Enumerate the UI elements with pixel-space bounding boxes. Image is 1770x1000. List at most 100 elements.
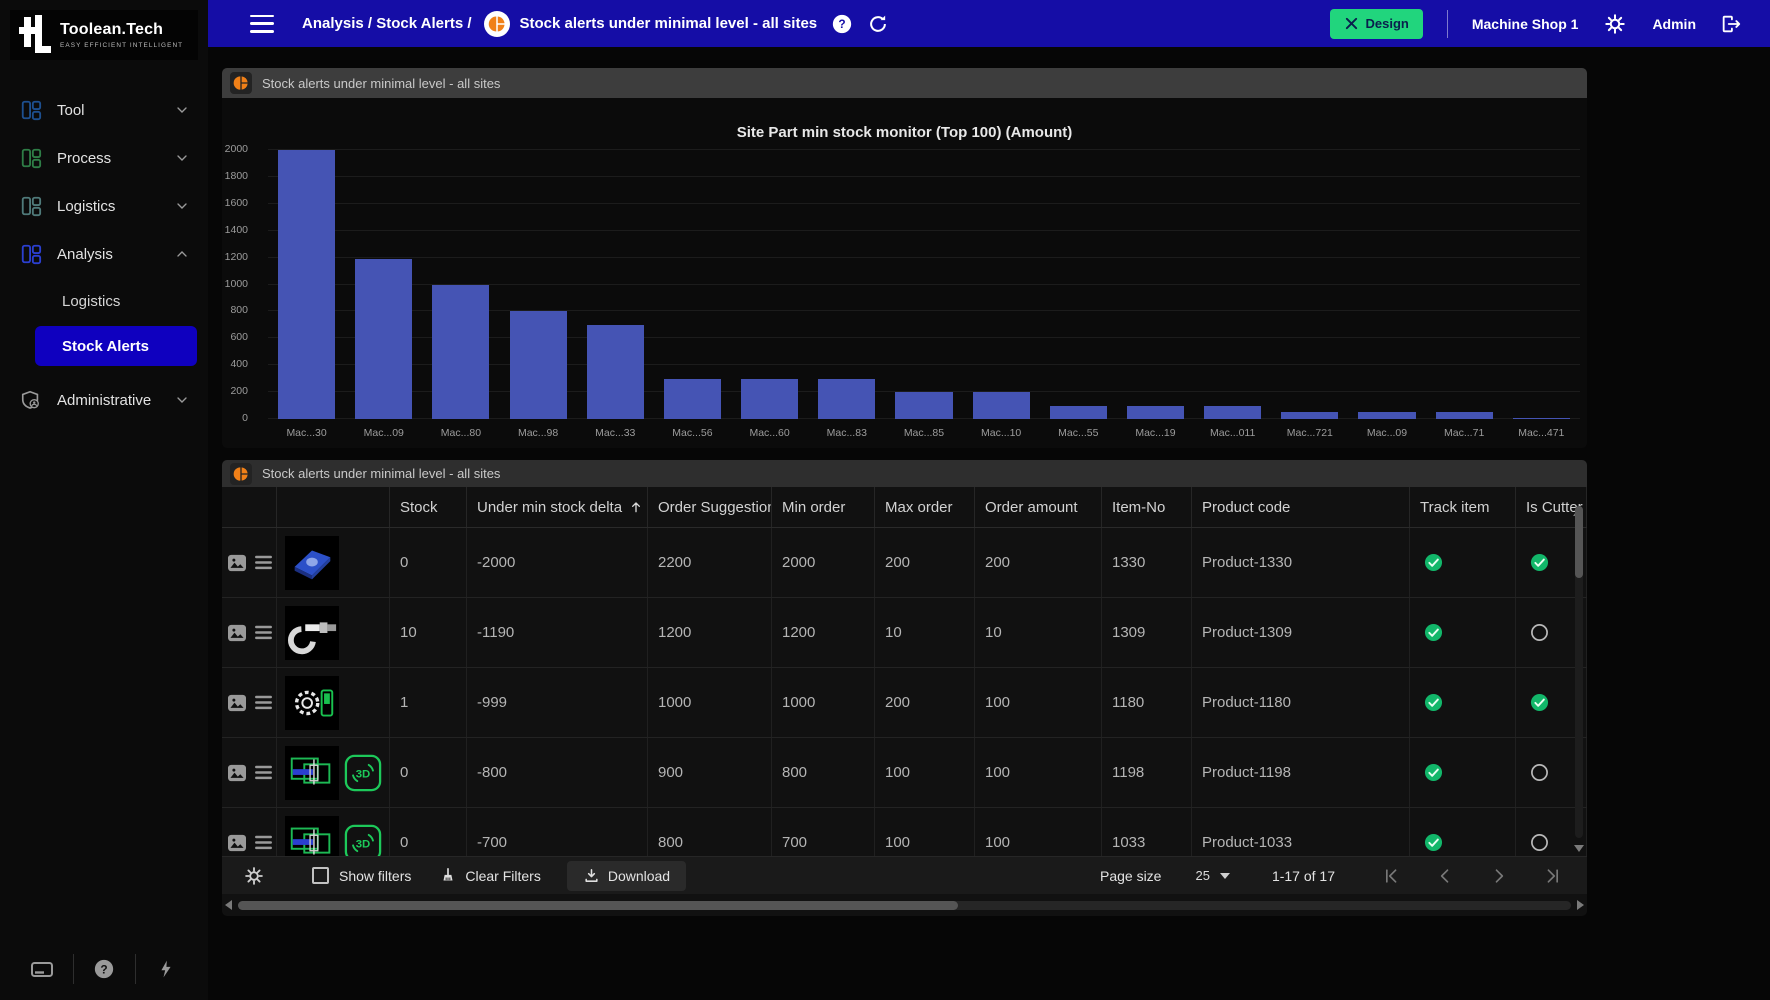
column-header-min-order[interactable]: Min order — [772, 487, 875, 527]
list-icon[interactable] — [255, 765, 272, 780]
column-header-product-code[interactable]: Product code — [1192, 487, 1410, 527]
breadcrumb[interactable]: Analysis / Stock Alerts / — [302, 15, 472, 32]
column-header-stock[interactable]: Stock — [390, 487, 467, 527]
list-icon[interactable] — [255, 835, 272, 850]
bar[interactable] — [664, 379, 721, 419]
vertical-scrollbar[interactable] — [1573, 492, 1585, 852]
help-icon[interactable]: ? — [74, 958, 134, 980]
scrollbar-thumb[interactable] — [238, 901, 958, 910]
product-thumbnail-cell: 3D — [277, 808, 390, 858]
scroll-down-arrow[interactable] — [1574, 845, 1584, 852]
show-filters-checkbox[interactable] — [312, 867, 329, 884]
download-button[interactable]: Download — [567, 861, 686, 891]
sidebar-item-administrative[interactable]: Administrative — [0, 376, 208, 424]
3d-view-badge[interactable]: 3D — [344, 824, 382, 859]
bar-slot — [1117, 150, 1194, 419]
sidebar-item-process[interactable]: Process — [0, 134, 208, 182]
sidebar-subitem-logistics[interactable]: Logistics — [0, 278, 208, 324]
table-row[interactable]: 10-11901200120010101309Product-1309 — [222, 598, 1587, 668]
bar[interactable] — [1281, 412, 1338, 419]
refresh-icon[interactable] — [867, 13, 889, 35]
x-tick-label: Mac...011 — [1194, 427, 1271, 439]
menu-icon[interactable] — [250, 15, 274, 33]
user-menu[interactable]: Admin — [1652, 16, 1696, 32]
next-page-button[interactable] — [1489, 866, 1509, 886]
table-row[interactable]: 3D0-7008007001001001033Product-1033 — [222, 808, 1587, 858]
gear-icon[interactable] — [1604, 13, 1626, 35]
column-header-track-item[interactable]: Track item — [1410, 487, 1516, 527]
bar[interactable] — [1127, 406, 1184, 419]
page-size-select[interactable]: 25 — [1195, 868, 1229, 883]
bar[interactable] — [278, 150, 335, 419]
chart-title: Site Part min stock monitor (Top 100) (A… — [222, 124, 1587, 141]
product-drawing[interactable] — [285, 746, 339, 800]
last-page-button[interactable] — [1543, 866, 1563, 886]
first-page-button[interactable] — [1381, 866, 1401, 886]
image-icon[interactable] — [227, 834, 247, 852]
list-icon[interactable] — [255, 695, 272, 710]
x-tick-label: Mac...09 — [345, 427, 422, 439]
bar[interactable] — [973, 392, 1030, 419]
sidebar-subitem-stock-alerts[interactable]: Stock Alerts — [35, 326, 197, 366]
column-header-max-order[interactable]: Max order — [875, 487, 975, 527]
bar[interactable] — [432, 285, 489, 419]
scroll-left-arrow[interactable] — [225, 900, 232, 910]
clear-filters-button[interactable]: Clear Filters — [439, 867, 540, 885]
table-row[interactable]: 3D0-8009008001001001198Product-1198 — [222, 738, 1587, 808]
y-tick-label: 1800 — [225, 170, 248, 182]
sidebar-item-logistics[interactable]: Logistics — [0, 182, 208, 230]
bar[interactable] — [1050, 406, 1107, 419]
product-photo[interactable] — [285, 606, 339, 660]
sidebar-item-tool[interactable]: Tool — [0, 86, 208, 134]
scrollbar-track[interactable] — [1575, 506, 1583, 838]
horizontal-scrollbar[interactable] — [222, 898, 1587, 912]
scroll-right-arrow[interactable] — [1577, 900, 1584, 910]
sidebar-item-analysis[interactable]: Analysis — [0, 230, 208, 278]
image-icon[interactable] — [227, 694, 247, 712]
product-photo[interactable] — [285, 676, 339, 730]
lightning-icon[interactable] — [136, 958, 196, 980]
y-tick-label: 400 — [230, 358, 248, 370]
design-button[interactable]: Design — [1330, 9, 1423, 39]
logout-icon[interactable] — [1720, 13, 1742, 35]
column-header-item-no[interactable]: Item-No — [1102, 487, 1192, 527]
keyboard-card-icon[interactable] — [12, 957, 72, 981]
image-icon[interactable] — [227, 624, 247, 642]
image-icon[interactable] — [227, 554, 247, 572]
bar[interactable] — [1513, 418, 1570, 419]
sort-ascending-icon — [628, 499, 644, 515]
site-selector[interactable]: Machine Shop 1 — [1472, 16, 1579, 32]
image-icon[interactable] — [227, 764, 247, 782]
table-row[interactable]: 0-2000220020002002001330Product-1330 — [222, 528, 1587, 598]
scrollbar-track[interactable] — [238, 901, 1571, 910]
product-drawing[interactable] — [285, 816, 339, 859]
column-header-label: Track item — [1420, 499, 1489, 516]
table-settings-gear-icon[interactable] — [244, 866, 264, 886]
list-icon[interactable] — [255, 625, 272, 640]
bar[interactable] — [895, 392, 952, 419]
app-logo[interactable]: Toolean.Tech EASY EFFICIENT INTELLIGENT — [10, 10, 198, 60]
column-header-order-amount[interactable]: Order amount — [975, 487, 1102, 527]
product-photo[interactable] — [285, 536, 339, 590]
chart-panel-header[interactable]: Stock alerts under minimal level - all s… — [222, 68, 1587, 98]
bar[interactable] — [1204, 406, 1261, 419]
bar[interactable] — [587, 325, 644, 419]
column-header-under-min-stock-delta[interactable]: Under min stock delta — [467, 487, 648, 527]
bar[interactable] — [1358, 412, 1415, 419]
list-icon[interactable] — [255, 555, 272, 570]
bar[interactable] — [741, 379, 798, 419]
bar[interactable] — [818, 379, 875, 419]
bar[interactable] — [510, 311, 567, 419]
help-circle-icon[interactable]: ? — [831, 13, 853, 35]
cell-stock: 1 — [390, 668, 467, 737]
table-panel-header[interactable]: Stock alerts under minimal level - all s… — [222, 460, 1587, 487]
previous-page-button[interactable] — [1435, 866, 1455, 886]
table-row[interactable]: 1-999100010002001001180Product-1180 — [222, 668, 1587, 738]
bar[interactable] — [355, 259, 412, 419]
scrollbar-thumb[interactable] — [1575, 506, 1583, 578]
cell-max-order: 200 — [875, 528, 975, 597]
3d-view-badge[interactable]: 3D — [344, 754, 382, 792]
bar[interactable] — [1436, 412, 1493, 419]
product-thumbnail-cell: 3D — [277, 738, 390, 807]
column-header-order-suggestion[interactable]: Order Suggestion — [648, 487, 772, 527]
